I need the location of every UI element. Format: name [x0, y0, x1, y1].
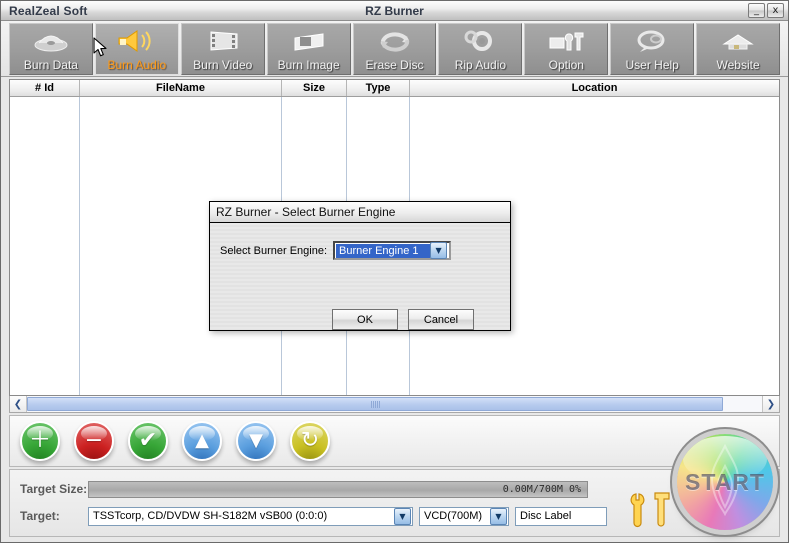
minimize-button[interactable]: _ [748, 3, 765, 18]
file-list-header: # Id FileName Size Type Location [10, 80, 779, 97]
refresh-arrows-icon [354, 24, 436, 58]
progress-text: 0.00M/700M 0% [502, 483, 581, 495]
scrollbar-grip-icon [370, 400, 380, 408]
disc-type-combobox[interactable]: VCD(700M) ▼ [419, 506, 509, 526]
app-name-label: RealZeal Soft [9, 3, 88, 18]
disc-image-icon [268, 24, 350, 58]
gears-icon [439, 24, 521, 58]
target-label: Target: [20, 509, 60, 523]
target-device-value: TSSTcorp, CD/DVDW SH-S182M vSB00 (0:0:0) [93, 510, 328, 522]
dialog-button-row: OK Cancel [332, 309, 474, 330]
disc-type-value: VCD(700M) [424, 510, 483, 522]
target-device-chevron-down-icon[interactable]: ▼ [394, 507, 411, 525]
disc-type-chevron-down-icon[interactable]: ▼ [490, 507, 507, 525]
burner-engine-label: Select Burner Engine: [220, 244, 328, 257]
scroll-left-arrow-icon[interactable]: ❮ [10, 396, 27, 412]
close-button[interactable]: x [767, 3, 784, 18]
toolbar-button-burn-data[interactable]: Burn Data [9, 22, 93, 75]
window-controls: _ x [748, 3, 786, 18]
window-title: RZ Burner [365, 3, 424, 18]
toolbar-button-label: Burn Video [193, 57, 253, 72]
column-header-location[interactable]: Location [410, 80, 779, 96]
move-down-button[interactable]: ▼ [236, 421, 276, 461]
horizontal-scrollbar[interactable]: ❮ ❯ [9, 396, 780, 413]
add-files-icon: ＋ [28, 428, 51, 453]
move-down-icon: ▼ [249, 430, 263, 451]
toolbar-button-burn-image[interactable]: Burn Image [266, 22, 351, 75]
move-up-button[interactable]: ▲ [182, 421, 222, 461]
disc-icon [10, 24, 92, 58]
confirm-button[interactable]: ✔ [128, 421, 168, 461]
select-burner-engine-dialog: RZ Burner - Select Burner Engine Select … [209, 201, 511, 331]
scroll-right-arrow-icon[interactable]: ❯ [762, 396, 779, 412]
remove-files-icon: − [84, 428, 104, 453]
scrollbar-track[interactable] [27, 396, 762, 412]
dialog-ok-button[interactable]: OK [332, 309, 398, 330]
refresh-icon: ↻ [300, 428, 320, 453]
remove-files-button[interactable]: − [74, 421, 114, 461]
target-device-combobox[interactable]: TSSTcorp, CD/DVDW SH-S182M vSB00 (0:0:0)… [88, 506, 413, 526]
toolbar-button-label: Burn Data [23, 57, 78, 72]
speaker-icon [96, 24, 178, 58]
toolbar-button-label: User Help [625, 57, 679, 72]
start-button-label: START [685, 468, 765, 495]
toolbar-button-website[interactable]: Website [696, 22, 781, 75]
confirm-icon: ✔ [138, 428, 158, 453]
target-size-label: Target Size: [20, 482, 88, 496]
toolbar-button-label: Rip Audio [454, 57, 507, 72]
speech-bubble-icon [611, 24, 693, 58]
add-files-button[interactable]: ＋ [20, 421, 60, 461]
filmstrip-icon [182, 24, 264, 58]
dialog-body: Select Burner Engine: Burner Engine 1 ▼ … [210, 223, 510, 330]
column-header-filename[interactable]: FileName [80, 80, 282, 96]
toolbar-button-option[interactable]: Option [524, 22, 609, 75]
toolbar-button-erase-disc[interactable]: Erase Disc [352, 22, 437, 75]
disc-label-input[interactable]: Disc Label [515, 506, 607, 526]
burner-engine-chevron-down-icon[interactable]: ▼ [430, 242, 448, 259]
toolbar-button-rip-audio[interactable]: Rip Audio [438, 22, 523, 75]
toolbar-button-burn-video[interactable]: Burn Video [180, 22, 265, 75]
burner-engine-combobox[interactable]: Burner Engine 1 ▼ [333, 241, 452, 260]
home-icon [697, 24, 779, 58]
toolbar-button-burn-audio[interactable]: Burn Audio [94, 22, 179, 75]
toolbar-button-label: Burn Image [277, 57, 340, 72]
scrollbar-thumb[interactable] [27, 397, 723, 411]
tools-icon [525, 24, 607, 58]
wrench-hammer-icon[interactable] [622, 484, 678, 532]
start-button[interactable]: START [677, 434, 773, 530]
status-panel: Target Size: 0.00M/700M 0% Target: TSSTc… [9, 434, 780, 537]
column-divider [10, 97, 80, 395]
dialog-title-bar: RZ Burner - Select Burner Engine [210, 202, 510, 223]
target-size-progressbar: 0.00M/700M 0% [88, 480, 588, 498]
toolbar-button-label: Burn Audio [107, 57, 167, 72]
refresh-button[interactable]: ↻ [290, 421, 330, 461]
toolbar-button-label: Erase Disc [365, 57, 424, 72]
column-header-type[interactable]: Type [347, 80, 410, 96]
burner-engine-value: Burner Engine 1 [336, 243, 431, 258]
action-button-bar: ＋ − ✔ ▲ ▼ ↻ [9, 415, 780, 467]
column-header-id[interactable]: # Id [10, 80, 80, 96]
dialog-cancel-button[interactable]: Cancel [408, 309, 474, 330]
dialog-title: RZ Burner - Select Burner Engine [216, 205, 396, 219]
toolbar-button-label: Option [548, 57, 584, 72]
column-header-size[interactable]: Size [282, 80, 347, 96]
main-toolbar: Burn Data Burn Audio Burn Video Burn Image E… [1, 21, 788, 77]
application-window: RealZeal Soft RZ Burner _ x Burn Data Bur… [0, 0, 789, 543]
disc-label-value: Disc Label [520, 510, 572, 522]
move-up-icon: ▲ [195, 430, 209, 451]
burner-engine-field-row: Select Burner Engine: Burner Engine 1 ▼ [220, 241, 452, 260]
title-bar: RealZeal Soft RZ Burner _ x [1, 1, 788, 21]
toolbar-button-label: Website [716, 57, 760, 72]
toolbar-button-user-help[interactable]: User Help [610, 22, 695, 75]
